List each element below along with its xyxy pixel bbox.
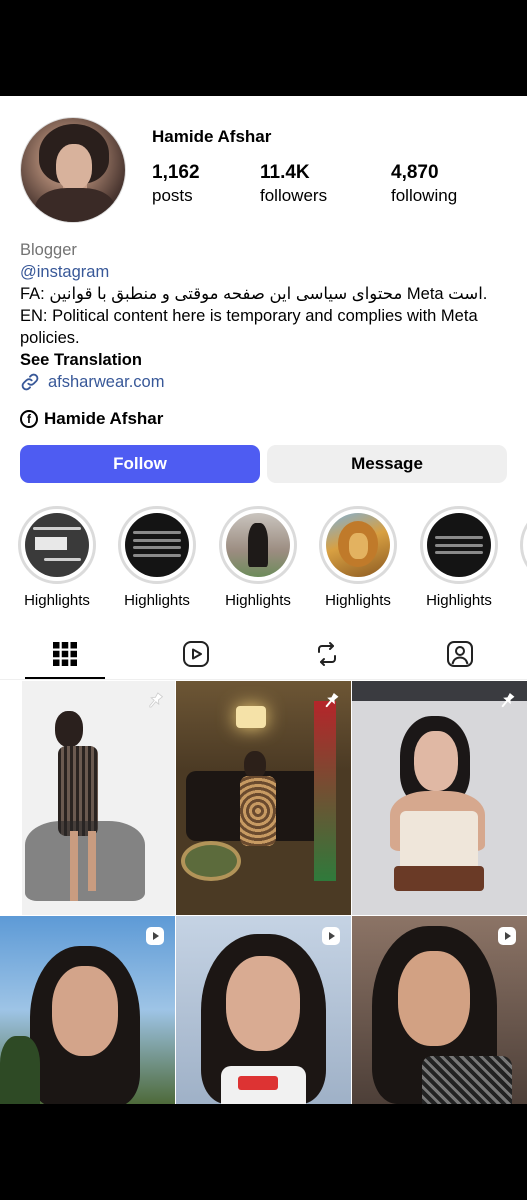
highlight-label: Highlights [426, 592, 492, 609]
tab-grid[interactable] [45, 636, 85, 672]
grid-icon [53, 642, 77, 666]
tab-reposts[interactable] [307, 636, 347, 672]
reel-icon [498, 927, 516, 945]
highlight-ring [118, 506, 196, 584]
followers-stat[interactable]: 11.4K followers [260, 162, 327, 206]
highlight-cover [226, 513, 290, 577]
highlight-item[interactable]: Highlights [420, 506, 498, 609]
following-stat[interactable]: 4,870 following [391, 162, 457, 206]
posts-count: 1,162 [152, 162, 200, 183]
highlight-label: Highlights [325, 592, 391, 609]
avatar-body [35, 188, 115, 222]
highlight-item[interactable]: Highlights [319, 506, 397, 609]
highlight-ring [319, 506, 397, 584]
tagged-icon [447, 641, 473, 667]
following-label: following [391, 186, 458, 205]
reel-icon [322, 927, 340, 945]
profile-username: Hamide Afshar [152, 127, 272, 146]
bio-category: Blogger [20, 241, 77, 259]
followers-count: 11.4K [260, 162, 310, 183]
highlight-label: Highlights [24, 592, 90, 609]
post-tile[interactable] [0, 916, 175, 1104]
reel-icon [146, 927, 164, 945]
facebook-profile-link[interactable]: f Hamide Afshar [20, 409, 163, 429]
highlight-label: Highlights [124, 592, 190, 609]
pinned-icon [325, 692, 339, 708]
avatar-face [56, 144, 92, 190]
reels-icon [183, 641, 209, 667]
bio-mention-link[interactable]: @instagram [20, 261, 510, 283]
see-translation-button[interactable]: See Translation [20, 349, 510, 371]
highlight-cover [25, 513, 89, 577]
highlight-ring [219, 506, 297, 584]
highlight-item[interactable]: Highlights [118, 506, 196, 609]
facebook-icon: f [20, 410, 38, 428]
following-count: 4,870 [391, 162, 439, 183]
highlight-item[interactable]: Highlights [18, 506, 96, 609]
highlight-ring [420, 506, 498, 584]
facebook-name: Hamide Afshar [44, 409, 164, 428]
system-bottom-area [0, 1104, 527, 1200]
profile-avatar[interactable] [20, 117, 126, 223]
followers-label: followers [260, 186, 328, 205]
profile-bio: Blogger @instagram FA: محتوای سیاسی این … [20, 239, 510, 393]
highlight-cover [125, 513, 189, 577]
message-button[interactable]: Message [267, 445, 507, 483]
posts-stat[interactable]: 1,162 posts [152, 162, 200, 206]
post-tile[interactable] [352, 916, 527, 1104]
highlight-cover [326, 513, 390, 577]
tab-reels[interactable] [176, 636, 216, 672]
bio-website-link[interactable]: afsharwear.com [20, 371, 510, 393]
highlight-cover [427, 513, 491, 577]
post-tile[interactable] [0, 681, 175, 915]
pinned-icon [149, 692, 164, 708]
highlight-label: Highlights [225, 592, 291, 609]
post-tile[interactable] [176, 681, 351, 915]
post-tile[interactable] [176, 916, 351, 1104]
follow-button[interactable]: Follow [20, 445, 260, 483]
bio-farsi-line: FA: محتوای سیاسی این صفحه موقتی و منطبق … [20, 285, 488, 303]
link-icon [21, 373, 39, 391]
pinned-icon [501, 692, 515, 708]
bio-english-line: EN: Political content here is temporary … [20, 307, 478, 347]
profile-screen: Hamide Afshar 1,162 posts 11.4K follower… [0, 96, 527, 1104]
active-tab-indicator [25, 677, 105, 679]
post-tile[interactable] [352, 681, 527, 915]
repost-icon [318, 642, 336, 666]
profile-tabs [0, 628, 527, 680]
highlight-ring [18, 506, 96, 584]
highlight-item[interactable]: Highlights [219, 506, 297, 609]
highlight-partial[interactable] [520, 506, 527, 584]
tab-tagged[interactable] [440, 636, 480, 672]
website-link-text: afsharwear.com [48, 373, 165, 391]
posts-label: posts [152, 186, 193, 205]
